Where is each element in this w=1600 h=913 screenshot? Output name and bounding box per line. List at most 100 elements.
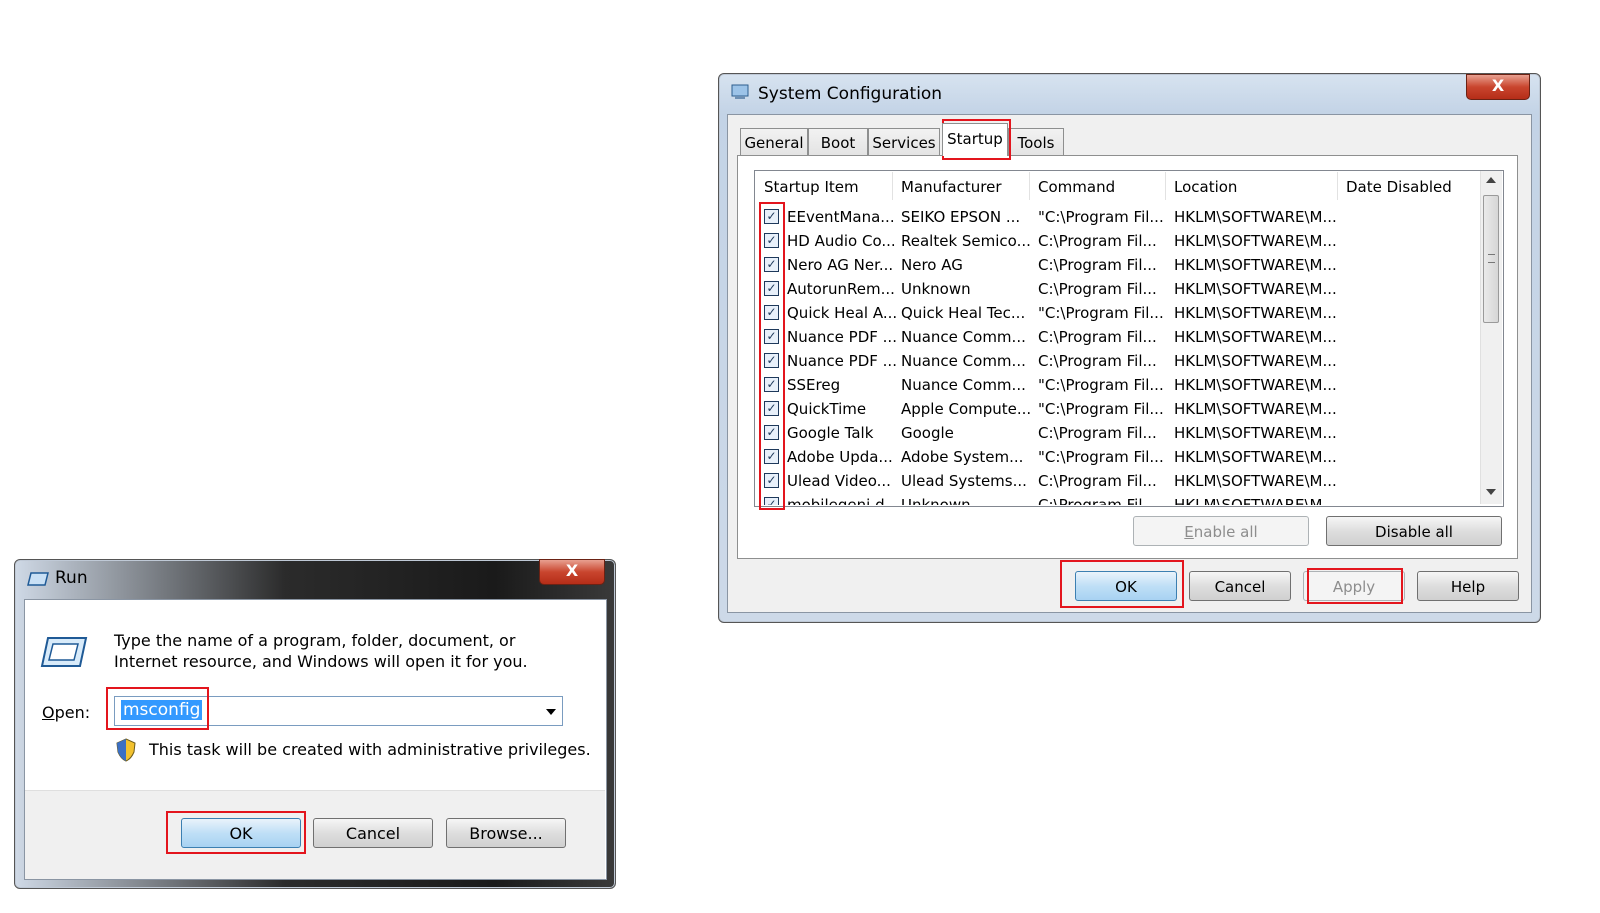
command-cell: "C:\Program Fil...	[1038, 448, 1164, 466]
table-row[interactable]: ✓ Ulead Video... Ulead Systems... C:\Progra…	[760, 469, 1480, 493]
table-row[interactable]: ✓ HD Audio Co... Realtek Semico... C:\Progr…	[760, 229, 1480, 253]
admin-note: This task will be created with administr…	[149, 740, 591, 759]
location-cell: HKLM\SOFTWARE\M...	[1174, 232, 1337, 250]
manufacturer-cell: Ulead Systems...	[901, 472, 1027, 490]
table-row[interactable]: ✓ SSEreg Nuance Comm... "C:\Program Fil... H…	[760, 373, 1480, 397]
startup-item-cell: AutorunRem...	[787, 280, 895, 298]
enable-all-label: nable all	[1193, 523, 1258, 541]
table-row[interactable]: ✓ AutorunRem... Unknown C:\Program Fil... HK…	[760, 277, 1480, 301]
startup-checkbox[interactable]: ✓	[764, 497, 779, 505]
column-divider	[1337, 172, 1338, 200]
sysconfig-close-button[interactable]: X	[1466, 74, 1530, 100]
table-row[interactable]: ✓ Adobe Upda... Adobe System... "C:\Program…	[760, 445, 1480, 469]
command-cell: "C:\Program Fil...	[1038, 376, 1164, 394]
location-cell: HKLM\SOFTWARE\M...	[1174, 352, 1337, 370]
disable-all-button[interactable]: Disable all	[1326, 516, 1502, 546]
startup-item-cell: Quick Heal A...	[787, 304, 898, 322]
startup-item-cell: HD Audio Co...	[787, 232, 896, 250]
table-row[interactable]: ✓ EEventMana... SEIKO EPSON ... "C:\Program…	[760, 205, 1480, 229]
startup-checkbox[interactable]: ✓	[764, 449, 779, 464]
startup-item-cell: QuickTime	[787, 400, 867, 418]
run-close-button[interactable]: X	[539, 559, 605, 585]
table-row[interactable]: ✓ Nuance PDF ... Nuance Comm... C:\Program …	[760, 325, 1480, 349]
table-row[interactable]: ✓ Nero AG Ner... Nero AG C:\Program Fil... H…	[760, 253, 1480, 277]
open-combobox[interactable]: msconfig	[114, 696, 563, 726]
startup-checkbox[interactable]: ✓	[764, 233, 779, 248]
startup-checkbox[interactable]: ✓	[764, 353, 779, 368]
location-cell: HKLM\SOFTWARE\M...	[1174, 496, 1337, 505]
column-divider	[1029, 172, 1030, 200]
manufacturer-cell: Nuance Comm...	[901, 376, 1026, 394]
sysconfig-cancel-button[interactable]: Cancel	[1189, 571, 1291, 601]
run-description: Type the name of a program, folder, docu…	[114, 631, 528, 671]
startup-item-cell: mobilegeni d...	[787, 496, 899, 505]
manufacturer-cell: Nero AG	[901, 256, 963, 274]
startup-checkbox[interactable]: ✓	[764, 401, 779, 416]
column-date-disabled[interactable]: Date Disabled	[1346, 178, 1452, 198]
open-input-value[interactable]: msconfig	[121, 700, 203, 720]
location-cell: HKLM\SOFTWARE\M...	[1174, 208, 1337, 226]
sysconfig-apply-button[interactable]: Apply	[1303, 571, 1405, 601]
startup-item-cell: Google Talk	[787, 424, 874, 442]
scroll-up-arrow-icon[interactable]	[1486, 177, 1496, 183]
command-cell: C:\Program Fil...	[1038, 328, 1157, 346]
table-row[interactable]: ✓ QuickTime Apple Compute... "C:\Program Fi…	[760, 397, 1480, 421]
location-cell: HKLM\SOFTWARE\M...	[1174, 328, 1337, 346]
column-location[interactable]: Location	[1174, 178, 1237, 198]
command-cell: "C:\Program Fil...	[1038, 304, 1164, 322]
tab-services[interactable]: Services	[868, 128, 940, 156]
column-startup-item[interactable]: Startup Item	[764, 178, 859, 198]
startup-checkbox[interactable]: ✓	[764, 473, 779, 488]
run-cancel-button[interactable]: Cancel	[313, 818, 433, 848]
command-cell: "C:\Program Fil...	[1038, 400, 1164, 418]
startup-item-cell: Adobe Upda...	[787, 448, 893, 466]
command-cell: C:\Program Fil...	[1038, 424, 1157, 442]
manufacturer-cell: Google	[901, 424, 954, 442]
dropdown-arrow-icon[interactable]	[546, 709, 556, 715]
run-browse-button[interactable]: Browse...	[446, 818, 566, 848]
sysconfig-help-button[interactable]: Help	[1417, 571, 1519, 601]
tab-boot[interactable]: Boot	[808, 128, 868, 156]
command-cell: C:\Program Fil...	[1038, 472, 1157, 490]
command-cell: C:\Program Fil...	[1038, 232, 1157, 250]
disable-all-label: Disable all	[1375, 523, 1453, 541]
tab-startup[interactable]: Startup	[942, 123, 1008, 156]
run-app-icon	[27, 571, 49, 586]
tab-general[interactable]: General	[740, 128, 808, 156]
run-ok-button[interactable]: OK	[181, 818, 301, 848]
startup-item-cell: EEventMana...	[787, 208, 895, 226]
manufacturer-cell: Quick Heal Tec...	[901, 304, 1026, 322]
startup-checkbox[interactable]: ✓	[764, 305, 779, 320]
grip-icon	[1488, 254, 1495, 263]
open-label: Open:	[42, 703, 91, 722]
startup-item-cell: Nero AG Ner...	[787, 256, 894, 274]
startup-checkbox[interactable]: ✓	[764, 257, 779, 272]
run-program-icon	[40, 636, 88, 668]
startup-checkbox[interactable]: ✓	[764, 281, 779, 296]
tab-tools[interactable]: Tools	[1008, 128, 1064, 156]
list-scrollbar[interactable]	[1480, 171, 1502, 504]
table-row[interactable]: ✓ mobilegeni d... Unknown C:\Program Fil...…	[760, 493, 1480, 505]
column-manufacturer[interactable]: Manufacturer	[901, 178, 1002, 198]
column-command[interactable]: Command	[1038, 178, 1115, 198]
startup-item-cell: SSEreg	[787, 376, 841, 394]
location-cell: HKLM\SOFTWARE\M...	[1174, 280, 1337, 298]
startup-checkbox[interactable]: ✓	[764, 377, 779, 392]
table-row[interactable]: ✓ Nuance PDF ... Nuance Comm... C:\Program …	[760, 349, 1480, 373]
manufacturer-cell: Nuance Comm...	[901, 328, 1026, 346]
manufacturer-cell: Unknown	[901, 280, 971, 298]
enable-all-button[interactable]: Enable all	[1133, 516, 1309, 546]
column-divider	[1165, 172, 1166, 200]
uac-shield-icon	[115, 738, 137, 762]
open-label-text: pen:	[54, 703, 91, 722]
table-row[interactable]: ✓ Google Talk Google C:\Program Fil... HKLM\…	[760, 421, 1480, 445]
startup-checkbox[interactable]: ✓	[764, 425, 779, 440]
scrollbar-thumb[interactable]	[1483, 195, 1499, 323]
startup-checkbox[interactable]: ✓	[764, 209, 779, 224]
table-row[interactable]: ✓ Quick Heal A... Quick Heal Tec... "C:\Pro…	[760, 301, 1480, 325]
run-title: Run	[55, 568, 88, 588]
sysconfig-ok-button[interactable]: OK	[1075, 571, 1177, 601]
scroll-down-arrow-icon[interactable]	[1486, 489, 1496, 495]
sysconfig-title: System Configuration	[758, 84, 943, 104]
startup-checkbox[interactable]: ✓	[764, 329, 779, 344]
